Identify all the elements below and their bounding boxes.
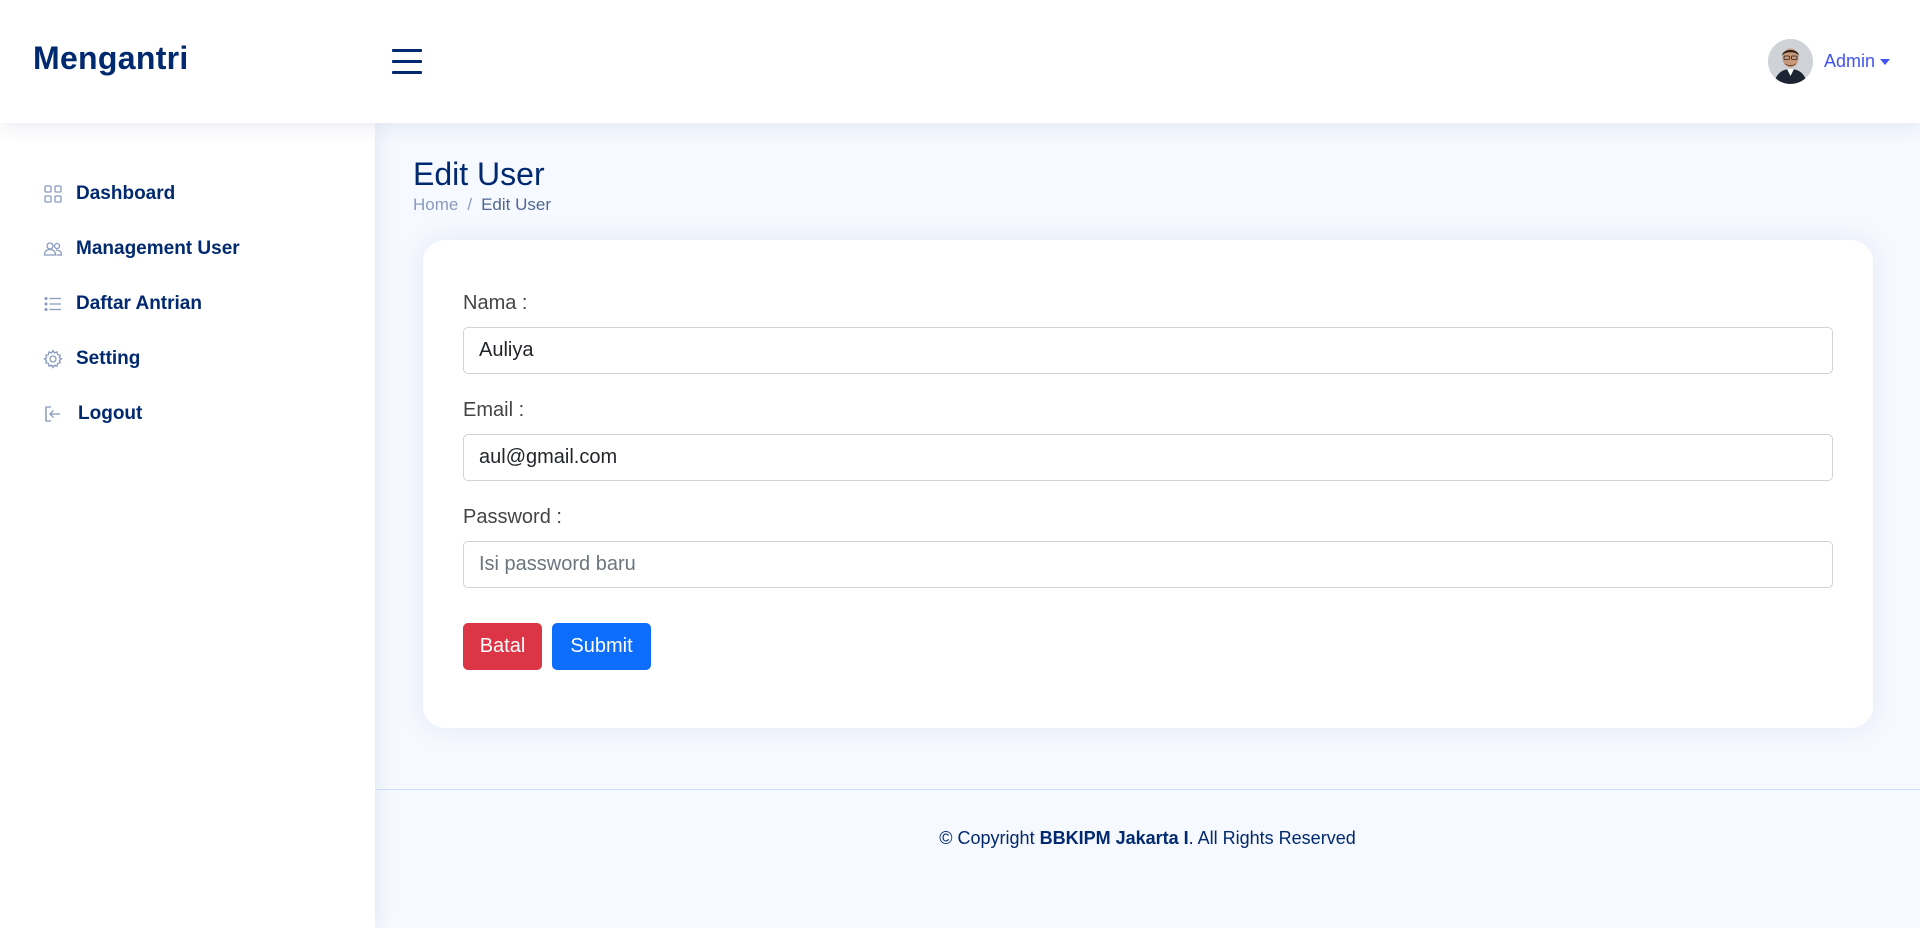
sidebar-toggle-icon[interactable] [392,48,422,74]
profile-dropdown[interactable]: Admin [1767,38,1890,84]
sidebar-item-logout[interactable]: Logout [0,386,375,441]
submit-button[interactable]: Submit [552,623,651,670]
avatar [1767,38,1813,84]
chevron-down-icon [1880,59,1890,65]
sidebar-item-label: Logout [78,402,143,424]
sidebar-item-label: Daftar Antrian [76,292,202,314]
sidebar-item-label: Dashboard [76,182,176,204]
page-title: Edit User [413,156,545,192]
sidebar-item-dashboard[interactable]: Dashboard [0,166,375,221]
user-avatar-icon [1767,38,1813,84]
profile-name: Admin [1823,50,1875,71]
breadcrumb-home-link[interactable]: Home [413,195,458,215]
copyright-company: BBKIPM Jakarta I [1039,828,1189,848]
list-icon [43,294,63,314]
email-label: Email : [463,399,525,421]
hamburger-bar [392,60,422,63]
edit-user-card: Nama : Email : Password : Batal Submit [423,240,1873,728]
top-header: Mengantri Admin [0,0,1920,123]
hamburger-bar [392,71,422,74]
breadcrumb: Home / Edit User [413,195,551,215]
sidebar-item-label: Setting [76,347,141,369]
hamburger-bar [392,49,422,52]
copyright-prefix: © Copyright [939,828,1040,848]
sidebar-item-management-user[interactable]: Management User [0,221,375,276]
sidebar-item-daftar-antrian[interactable]: Daftar Antrian [0,276,375,331]
password-input[interactable] [463,541,1833,588]
breadcrumb-separator: / [467,195,473,214]
logout-icon [43,404,63,424]
nama-input[interactable] [463,327,1833,374]
app-logo[interactable]: Mengantri [33,40,189,77]
breadcrumb-current: Edit User [481,195,552,214]
footer: © Copyright BBKIPM Jakarta I. All Rights… [375,789,1920,928]
sidebar-item-label: Management User [76,237,240,259]
password-label: Password : [463,506,562,528]
people-icon [43,239,63,259]
copyright-text: © Copyright BBKIPM Jakarta I. All Rights… [375,828,1920,849]
sidebar-item-setting[interactable]: Setting [0,331,375,386]
email-input[interactable] [463,434,1833,481]
copyright-suffix: . All Rights Reserved [1188,828,1356,848]
batal-button[interactable]: Batal [463,623,542,670]
nama-label: Nama : [463,292,528,314]
main-content: Edit User Home / Edit User Nama : Email … [375,123,1920,928]
sidebar: Dashboard Management User Daftar Antrian [0,123,375,928]
grid-icon [43,184,63,204]
gear-icon [43,348,63,369]
